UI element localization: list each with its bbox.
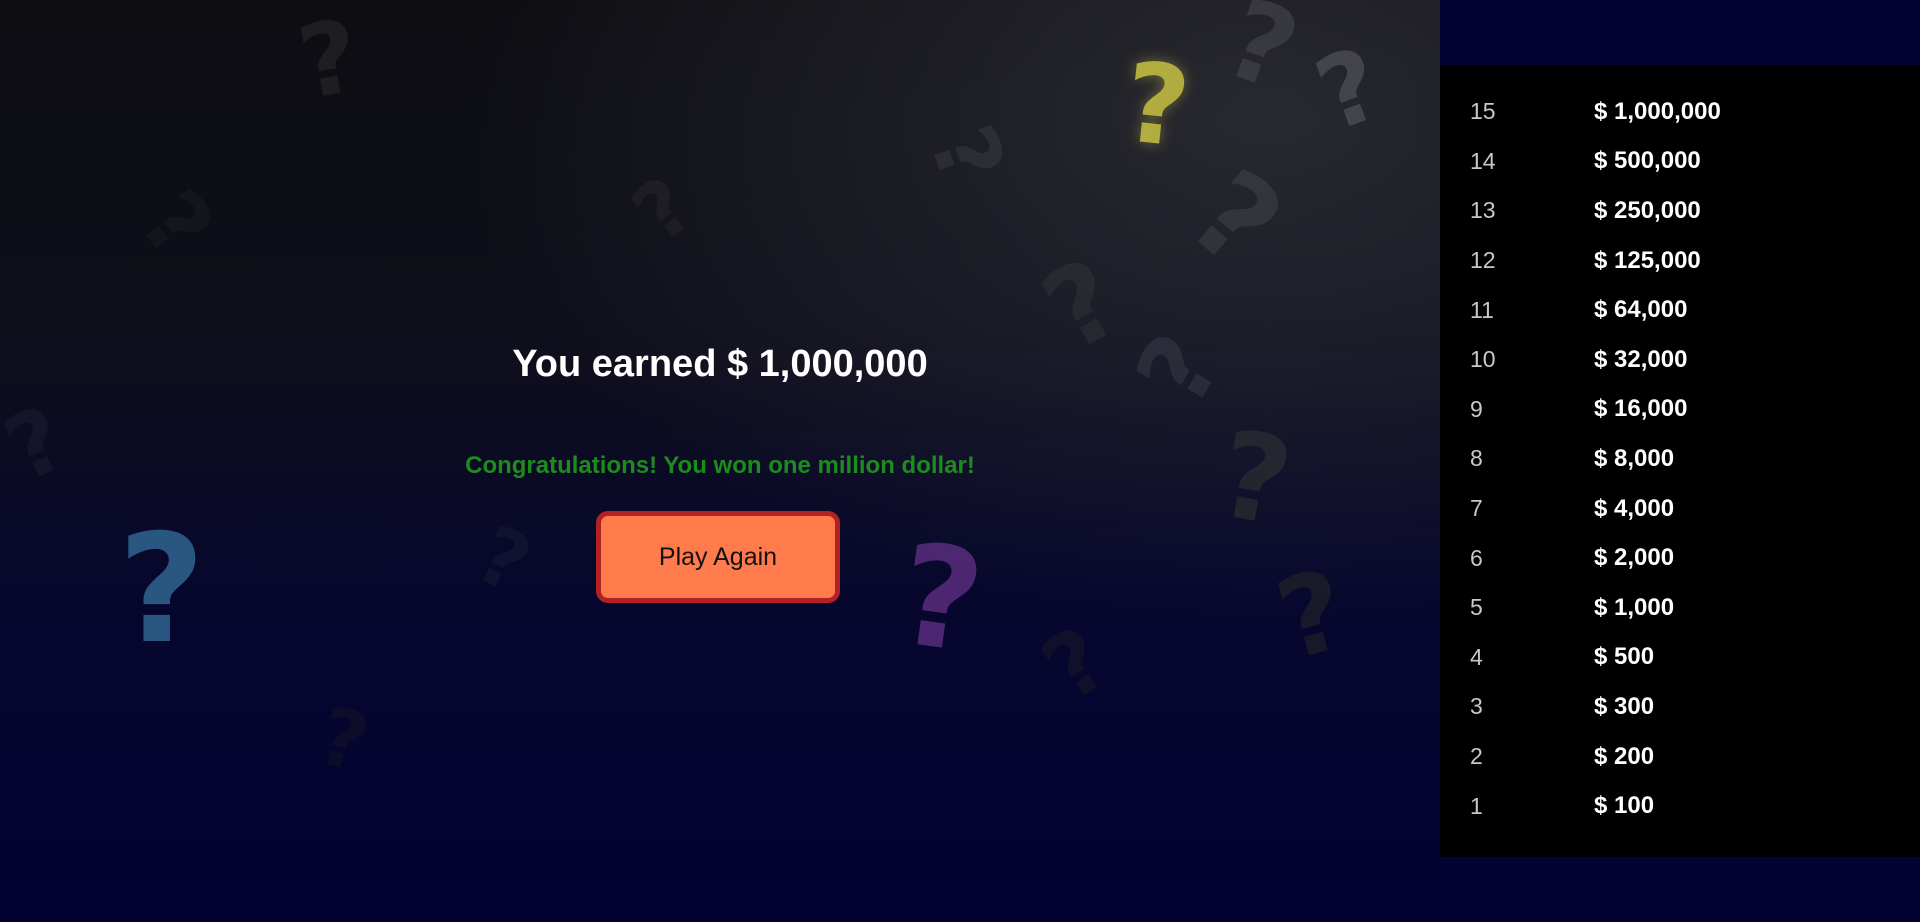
congratulations-message: Congratulations! You won one million dol… [465, 452, 975, 479]
rung-amount: $ 4,000 [1594, 494, 1675, 522]
rung-number: 7 [1470, 495, 1483, 522]
ladder-rung: 2 $ 200 [1440, 732, 1920, 782]
question-mark-icon: ? [119, 170, 234, 279]
ladder-rung: 7 $ 4,000 [1440, 484, 1920, 534]
ladder-rung: 9 $ 16,000 [1440, 385, 1920, 435]
rung-amount: $ 8,000 [1594, 444, 1675, 472]
question-mark-icon: ? [1208, 405, 1302, 554]
ladder-rung: 15 $ 1,000,000 [1440, 87, 1920, 137]
question-mark-icon: ? [462, 507, 545, 612]
ladder-rung: 12 $ 125,000 [1440, 236, 1920, 286]
rung-number: 4 [1470, 643, 1483, 670]
question-mark-icon: ? [1118, 38, 1196, 172]
rung-number: 10 [1470, 346, 1496, 373]
ladder-header-bar [1440, 0, 1920, 65]
ladder-rung: 4 $ 500 [1440, 633, 1920, 683]
rung-number: 3 [1470, 693, 1483, 720]
ladder-rung: 6 $ 2,000 [1440, 533, 1920, 583]
money-ladder: 15 $ 1,000,000 14 $ 500,000 13 $ 250,000… [1440, 65, 1920, 857]
rung-amount: $ 300 [1594, 692, 1655, 720]
question-mark-icon: ? [1163, 144, 1307, 296]
rung-amount: $ 100 [1594, 792, 1655, 820]
rung-amount: $ 64,000 [1594, 296, 1688, 324]
ladder-footer-bar [1440, 857, 1920, 922]
rung-number: 2 [1470, 743, 1483, 770]
ladder-rung: 8 $ 8,000 [1440, 434, 1920, 484]
question-mark-icon: ? [615, 159, 711, 261]
rung-amount: $ 1,000 [1594, 593, 1675, 621]
ladder-rung: 14 $ 500,000 [1440, 137, 1920, 187]
question-mark-icon: ? [908, 112, 1025, 198]
ladder-rung: 13 $ 250,000 [1440, 186, 1920, 236]
ladder-rung: 10 $ 32,000 [1440, 335, 1920, 385]
question-mark-icon: ? [118, 503, 206, 677]
rung-amount: $ 500,000 [1594, 147, 1701, 175]
rung-number: 15 [1470, 98, 1496, 125]
rung-amount: $ 16,000 [1594, 395, 1688, 423]
rung-amount: $ 500 [1594, 643, 1655, 671]
rung-amount: $ 250,000 [1594, 196, 1701, 224]
rung-amount: $ 32,000 [1594, 345, 1688, 373]
rung-amount: $ 125,000 [1594, 246, 1701, 274]
question-mark-icon: ? [1210, 0, 1314, 117]
rung-number: 9 [1470, 395, 1483, 422]
question-mark-icon: ? [0, 385, 82, 504]
earned-amount-heading: You earned $ 1,000,000 [512, 343, 928, 385]
rung-number: 5 [1470, 594, 1483, 621]
question-mark-icon: ? [1264, 544, 1360, 686]
play-again-button[interactable]: Play Again [596, 511, 840, 603]
rung-number: 8 [1470, 445, 1483, 472]
ladder-rung: 11 $ 64,000 [1440, 285, 1920, 335]
rung-number: 13 [1470, 197, 1496, 224]
rung-amount: $ 200 [1594, 742, 1655, 770]
rung-amount: $ 2,000 [1594, 544, 1675, 572]
ladder-rung: 1 $ 100 [1440, 781, 1920, 831]
question-mark-icon: ? [889, 513, 993, 686]
question-mark-icon: ? [308, 688, 378, 791]
ladder-rung: 3 $ 300 [1440, 682, 1920, 732]
rung-number: 11 [1470, 296, 1494, 323]
rung-number: 14 [1470, 147, 1496, 174]
rung-amount: $ 1,000,000 [1594, 97, 1721, 125]
rung-number: 6 [1470, 544, 1483, 571]
question-mark-icon: ? [1301, 24, 1397, 155]
question-mark-icon: ? [1024, 606, 1128, 723]
question-mark-icon: ? [290, 0, 368, 123]
rung-number: 12 [1470, 247, 1496, 274]
rung-number: 1 [1470, 792, 1483, 819]
ladder-rung: 5 $ 1,000 [1440, 583, 1920, 633]
